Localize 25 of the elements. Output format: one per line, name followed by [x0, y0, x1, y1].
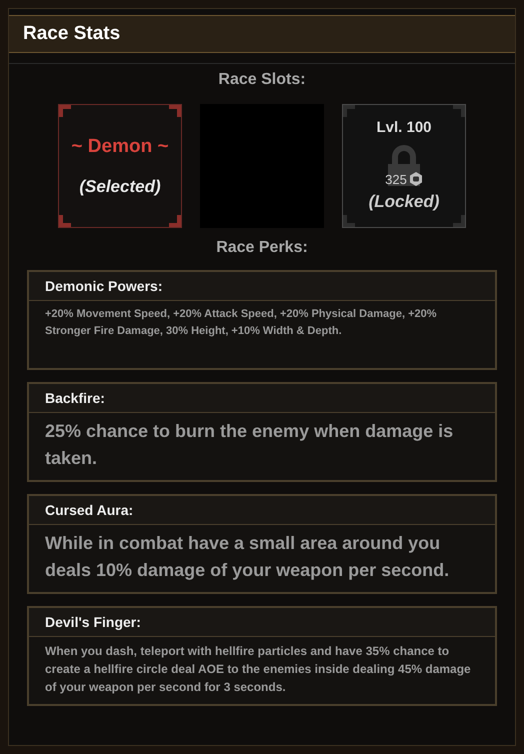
cost-amount: 325 [385, 170, 407, 188]
corner-bracket [59, 105, 71, 117]
corner-bracket [59, 215, 71, 227]
perk-description: 25% chance to burn the enemy when damage is taken. [44, 420, 454, 470]
corner-bracket [169, 215, 181, 227]
perk-title: Cursed Aura: [29, 496, 495, 525]
corner-bracket [343, 105, 355, 117]
race-slot[interactable]: ~ Demon ~ (Selected) [58, 104, 182, 228]
perk-title: Devil's Finger: [29, 608, 495, 637]
perk-title: Backfire: [29, 384, 495, 413]
coin-icon [408, 172, 423, 186]
panel-title: Race Stats [9, 15, 515, 53]
section-heading: Race Slots: [9, 63, 515, 92]
locked-slot[interactable]: Lvl. 100 325 (Locked) [342, 104, 466, 228]
corner-bracket [453, 215, 465, 227]
perk-description: While in combat have a small area around you deals 10% damage of your weapon per second. [44, 532, 450, 582]
perk-description: When you dash, teleport with hellfire particles and have 35% chance to create a hellfire circle deal AOE to the enemies inside dealing 45% damage of your weapon per second for 3 seconds. [44, 643, 472, 696]
locked-status: (Locked) [368, 191, 440, 213]
corner-bracket [343, 215, 355, 227]
level-requirement: Lvl. 100 [376, 118, 432, 138]
perk-title: Demonic Powers: [29, 272, 495, 301]
perk-description: +20% Movement Speed, +20% Attack Speed, +20% Physical Damage, +20% Stronger Fire Damage, 30% Height, +10% Width & Depth. [44, 307, 438, 339]
corner-bracket [169, 105, 181, 117]
corner-bracket [453, 105, 465, 117]
section-heading: Race Perks: [215, 238, 309, 258]
